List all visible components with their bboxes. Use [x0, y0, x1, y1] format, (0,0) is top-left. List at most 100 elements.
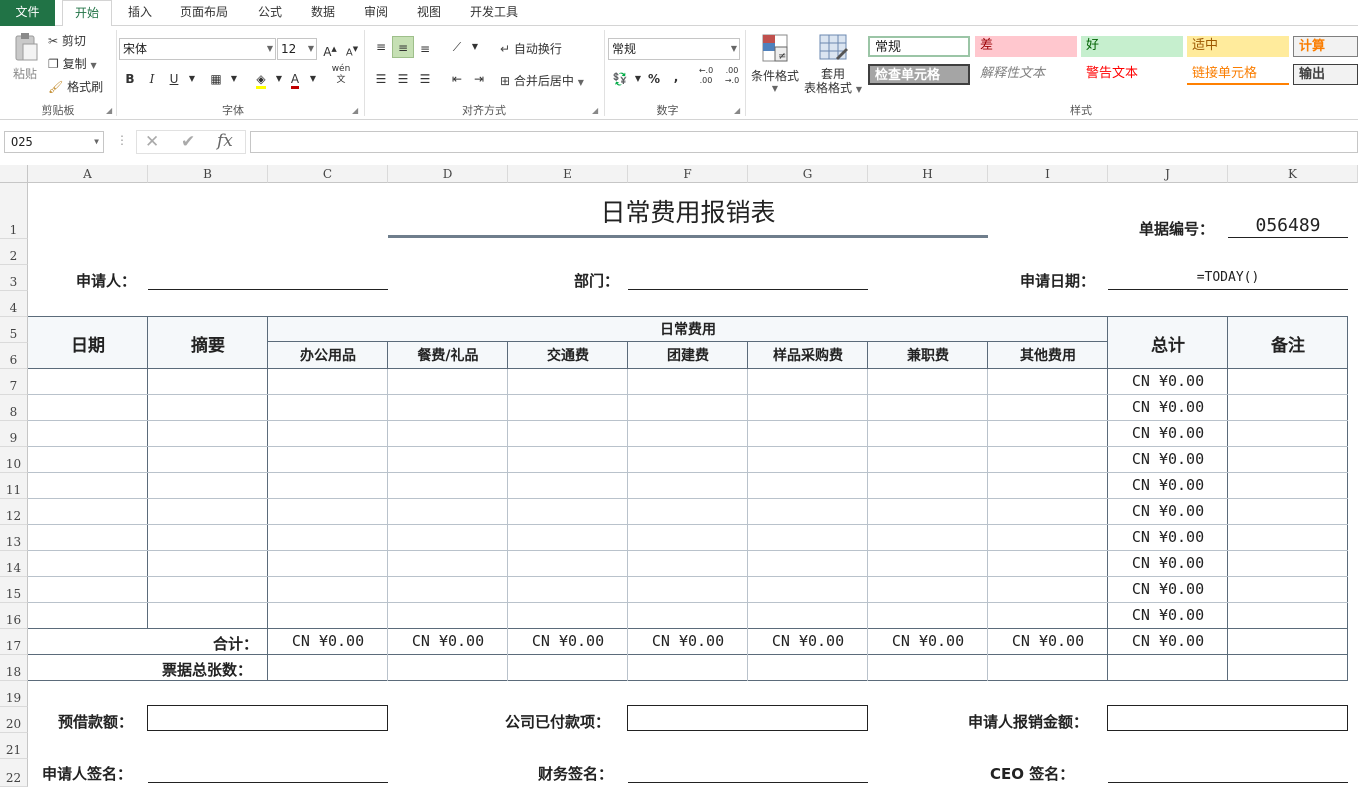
applicant-underline[interactable] — [148, 289, 388, 290]
col-header-b[interactable]: B — [148, 165, 268, 183]
row-header[interactable]: 12 — [0, 499, 28, 525]
tab-home[interactable]: 开始 — [62, 0, 112, 27]
row-header[interactable]: 3 — [0, 265, 28, 291]
row-total-cell[interactable]: CN ¥0.00 — [1108, 528, 1228, 546]
tab-file[interactable]: 文件 — [0, 0, 55, 26]
row-total-cell[interactable]: CN ¥0.00 — [1108, 606, 1228, 624]
tab-view[interactable]: 视图 — [406, 0, 452, 26]
dialog-launcher-icon[interactable]: ◢ — [106, 106, 112, 115]
row-total-cell[interactable]: CN ¥0.00 — [1108, 476, 1228, 494]
chevron-down-icon[interactable]: ▼ — [302, 68, 324, 90]
reimbursement-input[interactable] — [1107, 705, 1348, 731]
row-header[interactable]: 13 — [0, 525, 28, 551]
finance-signature-line[interactable] — [628, 782, 868, 783]
decrease-decimal-button[interactable]: .00 →.0 — [719, 66, 745, 88]
row-header[interactable]: 4 — [0, 291, 28, 317]
row-total-cell[interactable]: CN ¥0.00 — [1108, 424, 1228, 442]
formula-input[interactable] — [250, 131, 1358, 153]
row-header[interactable]: 1 — [0, 183, 28, 239]
date-value[interactable]: =TODAY() — [1108, 270, 1348, 285]
applicant-signature-line[interactable] — [148, 782, 388, 783]
cancel-icon[interactable]: ✕ — [145, 132, 159, 152]
chevron-down-icon[interactable]: ▼ — [223, 68, 245, 90]
col-header-d[interactable]: D — [388, 165, 508, 183]
style-output[interactable]: 输出 — [1293, 64, 1358, 85]
align-center-icon[interactable]: ☰ — [392, 68, 414, 90]
col-header-f[interactable]: F — [628, 165, 748, 183]
col-header-c[interactable]: C — [268, 165, 388, 183]
sum-cell[interactable]: CN ¥0.00 — [1108, 632, 1228, 650]
style-neutral[interactable]: 适中 — [1187, 36, 1289, 57]
wrap-text-button[interactable]: ↵ 自动换行 — [500, 40, 562, 57]
row-header[interactable]: 15 — [0, 577, 28, 603]
style-linked-cell[interactable]: 链接单元格 — [1187, 64, 1289, 85]
cut-button[interactable]: ✂ 剪切 — [48, 32, 86, 49]
row-header[interactable]: 18 — [0, 655, 28, 681]
col-header-i[interactable]: I — [988, 165, 1108, 183]
sum-cell[interactable]: CN ¥0.00 — [748, 632, 868, 650]
align-right-icon[interactable]: ☰ — [414, 68, 436, 90]
row-total-cell[interactable]: CN ¥0.00 — [1108, 372, 1228, 390]
row-header[interactable]: 6 — [0, 343, 28, 369]
conditional-format-button[interactable]: ≠ 条件格式 ▼ — [748, 32, 802, 93]
row-header[interactable]: 19 — [0, 681, 28, 707]
style-warning[interactable]: 警告文本 — [1081, 64, 1183, 85]
grow-font-button[interactable]: A▲ — [319, 38, 341, 60]
insert-function-icon[interactable]: fx — [217, 131, 233, 151]
paid-input[interactable] — [627, 705, 868, 731]
copy-button[interactable]: ❐ 复制 ▼ — [48, 55, 97, 72]
row-header[interactable]: 16 — [0, 603, 28, 629]
ceo-signature-line[interactable] — [1108, 782, 1348, 783]
shrink-font-button[interactable]: A▼ — [341, 38, 363, 60]
merge-center-button[interactable]: ⊞ 合并后居中 ▼ — [500, 72, 584, 89]
sum-cell[interactable]: CN ¥0.00 — [988, 632, 1108, 650]
sum-cell[interactable]: CN ¥0.00 — [268, 632, 388, 650]
row-total-cell[interactable]: CN ¥0.00 — [1108, 554, 1228, 572]
col-header-h[interactable]: H — [868, 165, 988, 183]
row-total-cell[interactable]: CN ¥0.00 — [1108, 580, 1228, 598]
tab-review[interactable]: 审阅 — [352, 0, 400, 26]
chevron-down-icon[interactable]: ▼ — [464, 36, 486, 58]
advance-input[interactable] — [147, 705, 388, 731]
row-header[interactable]: 21 — [0, 733, 28, 759]
row-header[interactable]: 2 — [0, 239, 28, 265]
italic-button[interactable]: I — [141, 68, 163, 90]
decrease-indent-icon[interactable]: ⇤ — [446, 68, 468, 90]
sum-cell[interactable]: CN ¥0.00 — [628, 632, 748, 650]
doc-no-value[interactable]: 056489 — [1228, 215, 1348, 236]
style-check-cell[interactable]: 检查单元格 — [868, 64, 970, 85]
row-header[interactable]: 7 — [0, 369, 28, 395]
dialog-launcher-icon[interactable]: ◢ — [352, 106, 358, 115]
sum-cell[interactable]: CN ¥0.00 — [868, 632, 988, 650]
increase-indent-icon[interactable]: ⇥ — [468, 68, 490, 90]
row-total-cell[interactable]: CN ¥0.00 — [1108, 398, 1228, 416]
row-header[interactable]: 8 — [0, 395, 28, 421]
chevron-down-icon[interactable]: ▼ — [181, 68, 203, 90]
align-top-icon[interactable]: ≡ — [370, 36, 392, 58]
font-size-combo[interactable]: 12 ▼ — [277, 38, 317, 60]
style-normal[interactable]: 常规 — [868, 36, 970, 57]
col-header-a[interactable]: A — [28, 165, 148, 183]
row-total-cell[interactable]: CN ¥0.00 — [1108, 450, 1228, 468]
row-header[interactable]: 22 — [0, 759, 28, 787]
col-header-e[interactable]: E — [508, 165, 628, 183]
format-painter-button[interactable]: 🖌 格式刷 — [48, 78, 103, 95]
number-format-combo[interactable]: 常规 ▼ — [608, 38, 740, 60]
align-left-icon[interactable]: ☰ — [370, 68, 392, 90]
tab-formulas[interactable]: 公式 — [246, 0, 294, 26]
tab-data[interactable]: 数据 — [300, 0, 346, 26]
dialog-launcher-icon[interactable]: ◢ — [592, 106, 598, 115]
name-box[interactable]: O25 ▼ — [4, 131, 104, 153]
comma-button[interactable]: , — [665, 66, 687, 88]
row-header[interactable]: 20 — [0, 707, 28, 733]
bold-button[interactable]: B — [119, 68, 141, 90]
dialog-launcher-icon[interactable]: ◢ — [734, 106, 740, 115]
tab-page-layout[interactable]: 页面布局 — [172, 0, 236, 26]
row-header[interactable]: 11 — [0, 473, 28, 499]
row-total-cell[interactable]: CN ¥0.00 — [1108, 502, 1228, 520]
percent-button[interactable]: % — [643, 68, 665, 90]
tab-developer[interactable]: 开发工具 — [460, 0, 528, 26]
font-name-combo[interactable]: 宋体 ▼ — [119, 38, 276, 60]
col-header-j[interactable]: J — [1108, 165, 1228, 183]
row-header[interactable]: 14 — [0, 551, 28, 577]
